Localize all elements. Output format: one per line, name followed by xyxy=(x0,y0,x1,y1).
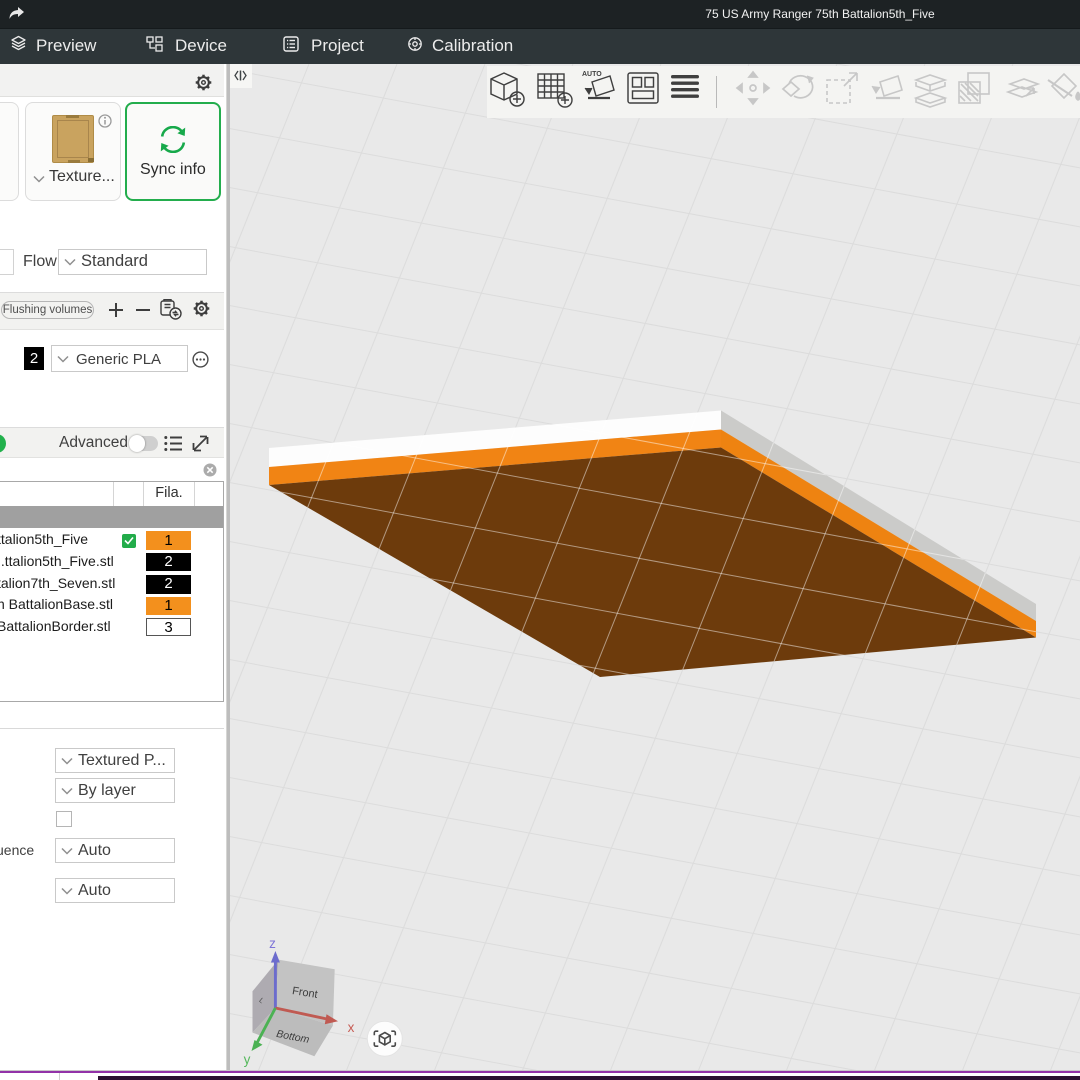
svg-text:x: x xyxy=(348,1020,355,1035)
svg-text:z: z xyxy=(269,936,276,951)
svg-text:AUTO: AUTO xyxy=(582,71,602,78)
svg-text:y: y xyxy=(244,1052,251,1067)
